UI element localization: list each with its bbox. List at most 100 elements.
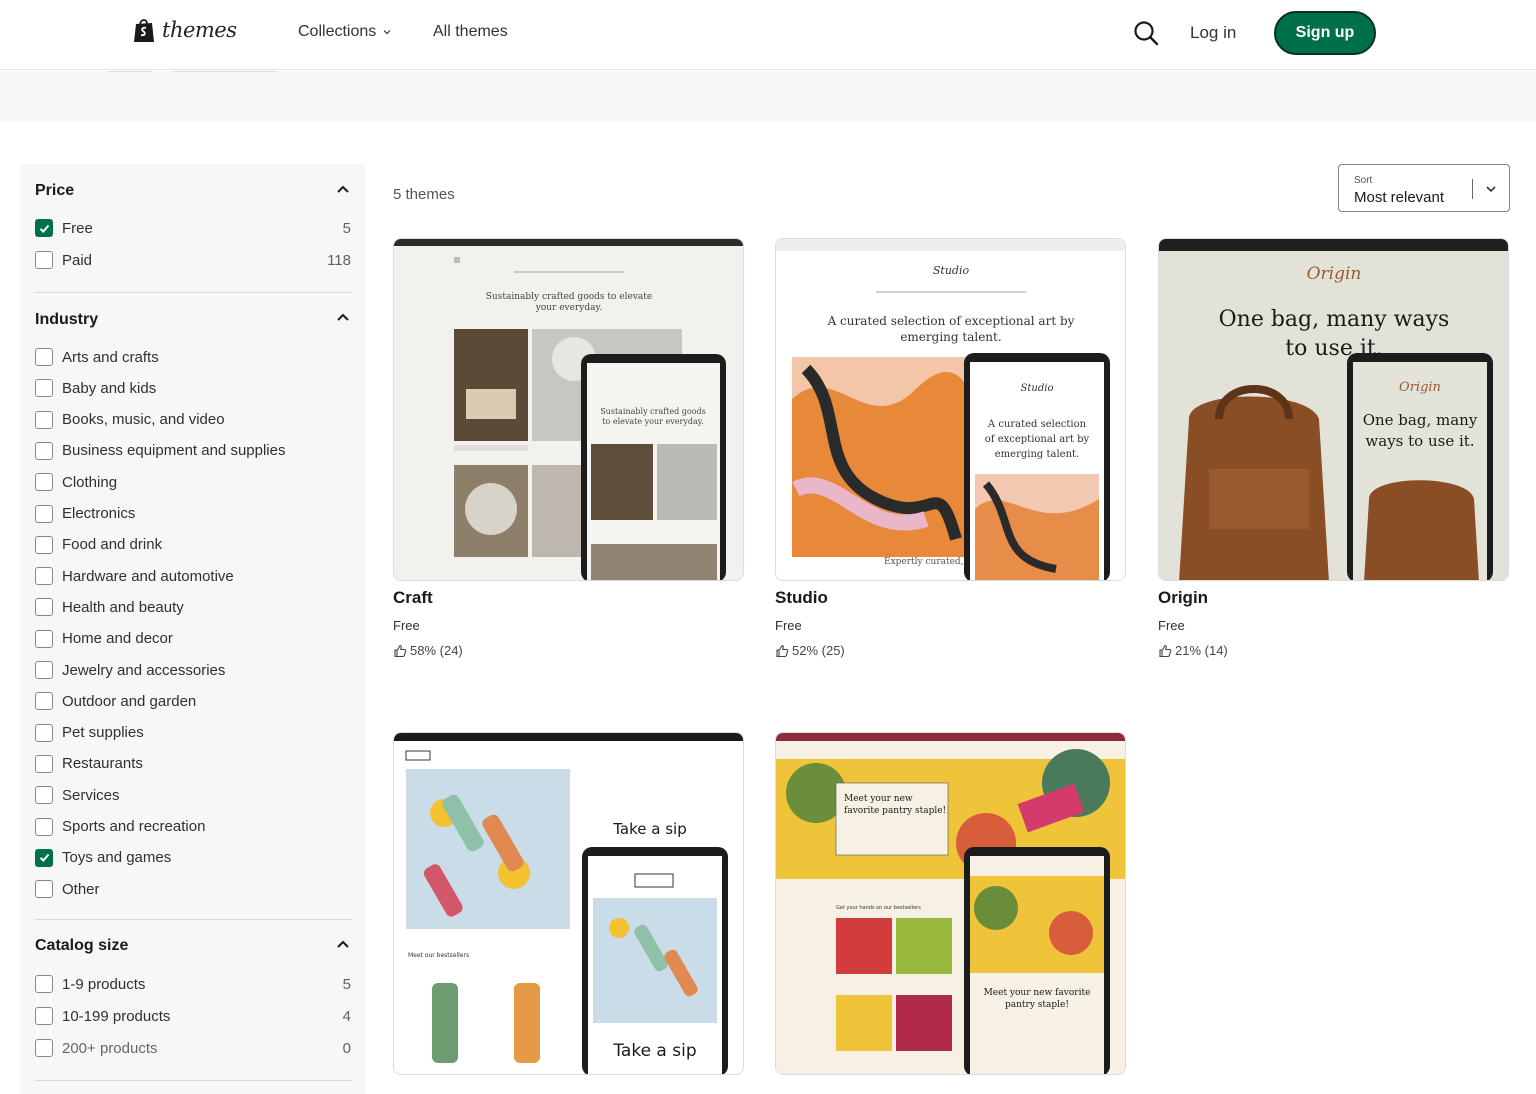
filter-option-label: Other (62, 880, 100, 898)
filter-option-industry[interactable]: Electronics (35, 503, 351, 525)
filter-option-label: 10-199 products (62, 1007, 171, 1025)
theme-price: Free (1158, 618, 1185, 633)
filter-option-label: Hardware and automotive (62, 567, 234, 585)
facet-title-catalog-size: Catalog size (35, 937, 129, 954)
filter-option-1-9-products[interactable]: 1-9 products 5 (35, 973, 351, 995)
theme-name[interactable]: Studio (775, 588, 828, 608)
checkbox[interactable] (35, 441, 53, 460)
filter-option-industry[interactable]: Books, music, and video (35, 409, 351, 431)
theme-preview-image[interactable]: Origin One bag, many ways to use it. Ori… (1158, 238, 1509, 581)
divider (35, 919, 352, 920)
checkbox[interactable] (35, 880, 53, 899)
filter-option-label: Sports and recreation (62, 818, 206, 835)
checkbox-checked[interactable] (35, 848, 53, 867)
checkbox[interactable] (35, 348, 53, 366)
filter-option-industry[interactable]: Services (35, 784, 351, 806)
shopify-bag-icon (134, 19, 154, 42)
checkbox[interactable] (35, 251, 53, 269)
svg-text:A curated selection: A curated selection (987, 419, 1087, 430)
filter-option-label: Toys and games (62, 849, 172, 867)
theme-preview-image[interactable]: Sustainably crafted goods to elevate you… (393, 238, 744, 581)
checkbox[interactable] (35, 1039, 53, 1057)
chevron-up-icon[interactable] (336, 939, 350, 949)
checkbox[interactable] (35, 567, 53, 586)
checkbox[interactable] (35, 598, 53, 617)
chevron-up-icon[interactable] (336, 184, 350, 194)
sort-label: Sort (1354, 175, 1373, 186)
svg-text:Expertly curated, af: Expertly curated, af (884, 557, 976, 567)
filter-option-label: Food and drink (62, 536, 163, 554)
theme-name[interactable]: Origin (1158, 588, 1208, 608)
checkbox[interactable] (35, 817, 53, 836)
checkbox[interactable] (35, 535, 53, 554)
checkbox[interactable] (35, 754, 53, 773)
chevron-up-icon[interactable] (336, 312, 350, 322)
filter-option-10-199-products[interactable]: 10-199 products 4 (35, 1005, 351, 1027)
checkbox[interactable] (35, 723, 53, 742)
ghost-tab (173, 71, 277, 72)
filter-option-label: Paid (62, 251, 93, 269)
filter-option-industry[interactable]: Other (35, 878, 351, 900)
hero-band (0, 71, 1536, 122)
svg-text:emerging talent.: emerging talent. (900, 330, 1001, 344)
filter-option-industry[interactable]: Sports and recreation (35, 816, 351, 838)
checkbox[interactable] (35, 379, 53, 398)
checkbox[interactable] (35, 473, 53, 492)
filter-option-label: Outdoor and garden (62, 692, 197, 710)
filter-option-industry[interactable]: Home and decor (35, 628, 351, 650)
nav-all-themes[interactable]: All themes (433, 23, 508, 41)
filter-option-industry[interactable]: Toys and games (35, 847, 351, 869)
filter-option-label: Books, music, and video (62, 411, 225, 429)
checkbox-checked[interactable] (35, 219, 53, 237)
checkbox[interactable] (35, 692, 53, 711)
filter-option-industry[interactable]: Clothing (35, 471, 351, 493)
filter-option-label: Clothing (62, 473, 118, 491)
filter-option-industry[interactable]: Outdoor and garden (35, 690, 351, 712)
filter-option-label: Services (62, 786, 120, 804)
theme-name[interactable]: Craft (393, 588, 433, 608)
checkbox[interactable] (35, 504, 53, 523)
signup-button[interactable]: Sign up (1274, 11, 1376, 55)
svg-text:Meet our bestsellers: Meet our bestsellers (408, 952, 469, 959)
chevron-down-icon (383, 30, 391, 35)
filter-option-industry[interactable]: Business equipment and supplies (35, 440, 351, 462)
filter-option-200-plus-products[interactable]: 200+ products 0 (35, 1037, 351, 1059)
checkbox[interactable] (35, 629, 53, 648)
chevron-down-icon (1486, 186, 1496, 193)
svg-text:Studio: Studio (933, 264, 970, 277)
filter-option-industry[interactable]: Pet supplies (35, 722, 351, 744)
filter-option-industry[interactable]: Hardware and automotive (35, 565, 351, 587)
check-icon (39, 224, 49, 233)
theme-rating-text: 52% (25) (792, 643, 845, 658)
checkbox[interactable] (35, 975, 53, 993)
theme-preview-image[interactable]: Meet your new favorite pantry staple! Ge… (775, 732, 1126, 1075)
search-icon[interactable] (1132, 19, 1160, 47)
theme-rating: 52% (25) (775, 643, 845, 658)
filter-option-industry[interactable]: Jewelry and accessories (35, 659, 351, 681)
sort-select[interactable]: Sort Most relevant (1338, 164, 1510, 212)
filter-option-label: Pet supplies (62, 724, 144, 742)
logo[interactable]: themes (133, 17, 237, 43)
filter-option-label: 1-9 products (62, 975, 146, 993)
filter-option-industry[interactable]: Baby and kids (35, 377, 351, 399)
svg-text:your everyday.: your everyday. (535, 303, 603, 313)
checkbox[interactable] (35, 786, 53, 805)
checkbox[interactable] (35, 410, 53, 429)
theme-rating-text: 21% (14) (1175, 643, 1228, 658)
filter-option-count: 0 (342, 1039, 351, 1057)
filter-option-industry[interactable]: Arts and crafts (35, 346, 351, 368)
filter-option-free[interactable]: Free 5 (35, 217, 351, 239)
theme-preview-image[interactable]: Studio A curated selection of exceptiona… (775, 238, 1126, 581)
login-link[interactable]: Log in (1190, 23, 1236, 43)
filter-option-industry[interactable]: Food and drink (35, 534, 351, 556)
filter-option-industry[interactable]: Health and beauty (35, 596, 351, 618)
filter-option-label: Free (62, 219, 93, 237)
nav-collections[interactable]: Collections (298, 23, 392, 41)
svg-text:One bag, many: One bag, many (1363, 411, 1478, 429)
theme-preview-image[interactable]: Take a sip Meet our bestsellers Take a s… (393, 732, 744, 1075)
checkbox[interactable] (35, 661, 53, 679)
checkbox[interactable] (35, 1007, 53, 1025)
filter-option-industry[interactable]: Restaurants (35, 753, 351, 775)
filter-option-paid[interactable]: Paid 118 (35, 249, 351, 271)
check-icon (39, 854, 49, 863)
